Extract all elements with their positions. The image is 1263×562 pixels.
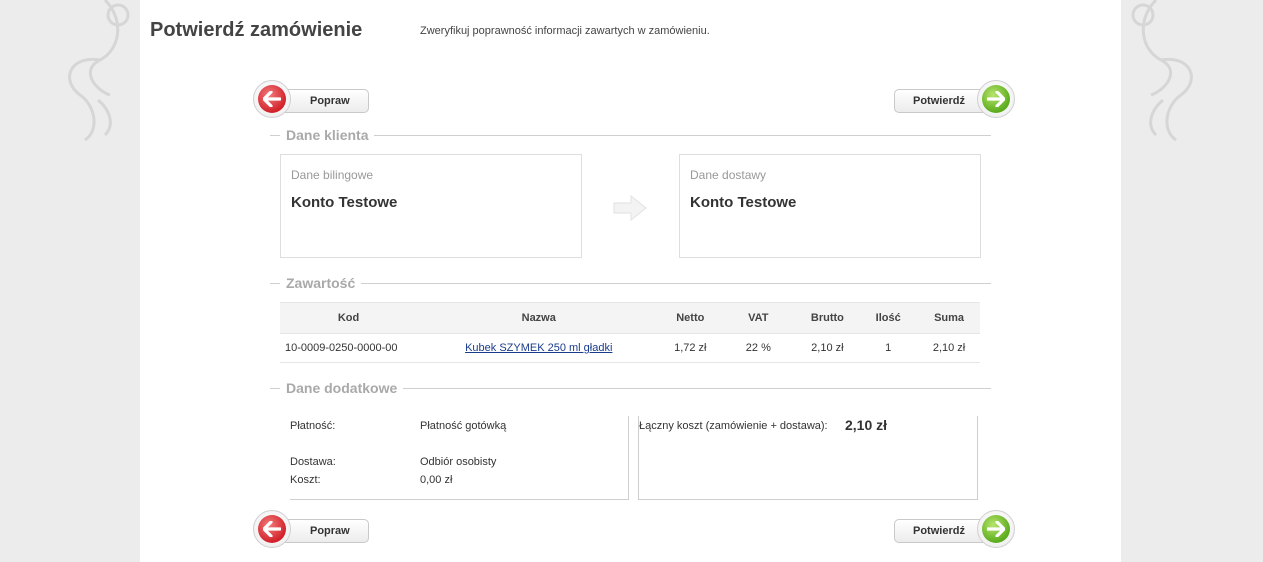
col-header-sum: Suma: [918, 302, 980, 334]
table-header-row: Kod Nazwa Netto VAT Brutto Ilość Suma: [280, 302, 980, 334]
table-row: 10-0009-0250-0000-00 Kubek SZYMEK 250 ml…: [280, 333, 980, 363]
total-value: 2,10 zł: [845, 417, 888, 433]
confirm-circle-top[interactable]: [977, 80, 1015, 118]
billing-heading: Dane bilingowe: [291, 168, 374, 182]
col-header-qty: Ilość: [858, 302, 919, 334]
arrow-left-icon: [258, 515, 286, 543]
back-button-label: Popraw: [310, 95, 350, 107]
confirm-circle-bottom[interactable]: [977, 510, 1015, 548]
section-additional: Dane dodatkowe: [270, 380, 991, 396]
confirm-button-label: Potwierdź: [913, 525, 965, 537]
billing-name: Konto Testowe: [291, 194, 398, 211]
billing-box: Dane bilingowe Konto Testowe: [280, 154, 582, 258]
arrow-right-icon: [982, 85, 1010, 113]
order-table: Kod Nazwa Netto VAT Brutto Ilość Suma 10…: [280, 302, 980, 363]
cost-value: 0,00 zł: [420, 474, 453, 486]
left-decoration: [0, 0, 140, 562]
product-link[interactable]: Kubek SZYMEK 250 ml gładki: [465, 342, 612, 354]
col-header-gross: Brutto: [796, 302, 859, 334]
shipping-heading: Dane dostawy: [690, 168, 767, 182]
page-title: Potwierdź zamówienie: [150, 19, 363, 41]
col-header-code: Kod: [280, 302, 418, 334]
cell-code: 10-0009-0250-0000-00: [280, 333, 418, 363]
section-contents-title: Zawartość: [280, 275, 362, 291]
section-customer-title: Dane klienta: [280, 127, 375, 143]
transfer-arrow-icon: [613, 194, 647, 226]
cell-sum: 2,10 zł: [918, 333, 980, 363]
total-label: Łączny koszt (zamówienie + dostawa):: [639, 420, 828, 432]
cell-vat: 22 %: [720, 333, 797, 363]
cell-name: Kubek SZYMEK 250 ml gładki: [417, 333, 661, 363]
col-header-vat: VAT: [720, 302, 797, 334]
right-decoration: [1121, 0, 1263, 562]
main-panel: Potwierdź zamówienie Zweryfikuj poprawno…: [140, 0, 1121, 562]
delivery-label: Dostawa:: [290, 456, 336, 468]
back-circle-top[interactable]: [253, 80, 291, 118]
shipping-box: Dane dostawy Konto Testowe: [679, 154, 981, 258]
cell-qty: 1: [858, 333, 919, 363]
section-customer: Dane klienta: [270, 127, 991, 143]
col-header-net: Netto: [660, 302, 721, 334]
arrow-left-icon: [258, 85, 286, 113]
cell-net: 1,72 zł: [660, 333, 721, 363]
delivery-value: Odbiór osobisty: [420, 456, 497, 468]
cost-label: Koszt:: [290, 474, 321, 486]
shipping-name: Konto Testowe: [690, 194, 797, 211]
back-circle-bottom[interactable]: [253, 510, 291, 548]
arrow-right-icon: [982, 515, 1010, 543]
back-button-label: Popraw: [310, 525, 350, 537]
section-contents: Zawartość: [270, 275, 991, 291]
additional-info-box: Płatność: Płatność gotówką Dostawa: Odbi…: [290, 416, 629, 500]
payment-label: Płatność:: [290, 420, 336, 432]
payment-value: Płatność gotówką: [420, 420, 507, 432]
total-box: Łączny koszt (zamówienie + dostawa): 2,1…: [638, 416, 978, 500]
section-additional-title: Dane dodatkowe: [280, 380, 404, 396]
col-header-name: Nazwa: [417, 302, 661, 334]
cell-gross: 2,10 zł: [796, 333, 859, 363]
confirm-button-label: Potwierdź: [913, 95, 965, 107]
page-subtitle: Zweryfikuj poprawność informacji zawarty…: [420, 25, 710, 37]
